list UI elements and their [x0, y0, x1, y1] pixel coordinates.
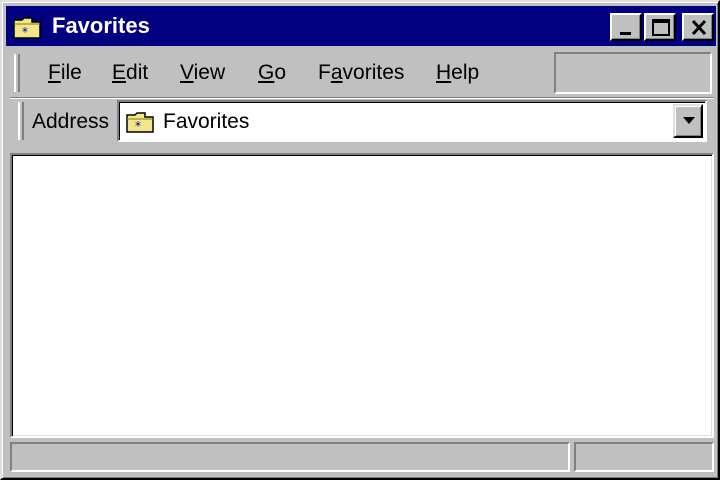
address-combobox[interactable]: * Favorites: [117, 100, 707, 142]
title-bar[interactable]: * Favorites: [6, 6, 716, 46]
address-value[interactable]: Favorites: [163, 110, 249, 134]
menu-go-hotkey: G: [258, 61, 275, 84]
menu-edit-hotkey: E: [112, 61, 127, 84]
menu-favorites-prefix: F: [318, 61, 331, 84]
maximize-icon: [652, 19, 670, 36]
menu-help-hotkey: H: [436, 61, 452, 84]
menu-view-hotkey: V: [180, 61, 194, 84]
maximize-button[interactable]: [644, 13, 676, 41]
folder-content-area[interactable]: [10, 153, 714, 438]
menu-favorites-hotkey: a: [330, 61, 343, 84]
menu-edit-label: dit: [126, 61, 149, 84]
menu-file[interactable]: File: [48, 60, 82, 86]
menu-file-label: ile: [60, 61, 82, 84]
menu-edit[interactable]: Edit: [112, 60, 148, 86]
svg-text:*: *: [22, 25, 28, 39]
menu-view-label: iew: [193, 61, 226, 84]
menu-help[interactable]: Help: [436, 60, 479, 86]
address-dropdown-button[interactable]: [673, 104, 703, 138]
menu-view[interactable]: View: [180, 60, 225, 86]
menu-help-label: elp: [451, 61, 480, 84]
folder-favorites-icon: *: [126, 112, 154, 133]
address-label: Address: [32, 110, 110, 133]
menu-go[interactable]: Go: [258, 60, 286, 86]
status-bar-zone: [574, 442, 714, 472]
explorer-window: * Favorites File Edit View Go Favorites …: [0, 0, 720, 480]
folder-favorites-icon: *: [13, 17, 41, 39]
chevron-down-icon: [683, 117, 695, 124]
menu-bar: File Edit View Go Favorites Help: [12, 50, 552, 96]
window-title: Favorites: [52, 13, 150, 38]
menu-favorites-label: vorites: [342, 61, 405, 84]
menu-go-label: o: [274, 61, 287, 84]
toolbar-divider: [10, 97, 714, 99]
minimize-button[interactable]: [610, 13, 642, 41]
menu-favorites[interactable]: Favorites: [318, 60, 404, 86]
menubar-grip[interactable]: [14, 54, 20, 92]
minimize-icon: [620, 32, 631, 35]
addressbar-grip[interactable]: [18, 102, 24, 140]
toolbar-empty-band: [554, 52, 712, 94]
close-button[interactable]: [682, 13, 714, 41]
svg-text:*: *: [135, 119, 141, 133]
close-icon: [691, 19, 707, 36]
status-bar-main: [10, 442, 570, 472]
menu-file-hotkey: F: [48, 61, 61, 84]
